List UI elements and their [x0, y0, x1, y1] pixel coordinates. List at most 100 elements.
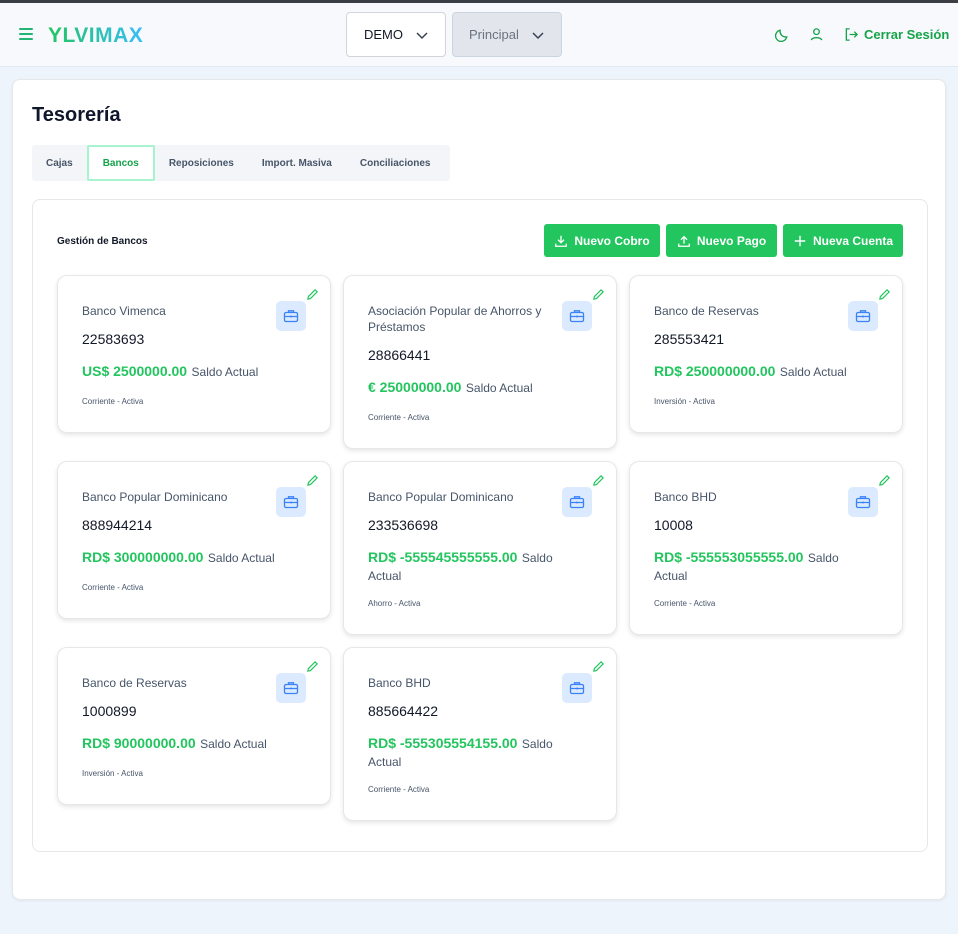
- chevron-down-icon: [532, 32, 544, 40]
- briefcase-icon: [848, 301, 878, 331]
- account-status: Corriente - Activa: [654, 599, 716, 608]
- account-status: Corriente - Activa: [368, 413, 430, 422]
- logout-icon: [845, 28, 859, 41]
- account-status: Corriente - Activa: [368, 785, 430, 794]
- bank-name: Banco BHD: [654, 490, 717, 504]
- pencil-icon[interactable]: [878, 474, 891, 487]
- balance-amount: RD$ -555305554155.00: [368, 735, 518, 751]
- tab-reposiciones[interactable]: Reposiciones: [155, 145, 248, 181]
- bank-name: Asociación Popular de Ahorros y Préstamo…: [368, 304, 542, 334]
- balance-label: Saldo Actual: [191, 365, 259, 379]
- bank-card[interactable]: Banco de Reservas 1000899 RD$ 90000000.0…: [57, 647, 331, 805]
- balance-amount: RD$ -555545555555.00: [368, 549, 518, 565]
- tab-bancos[interactable]: Bancos: [86, 145, 155, 181]
- company-select[interactable]: DEMO: [346, 12, 446, 57]
- bank-card[interactable]: Banco Vimenca 22583693 US$ 2500000.00 Sa…: [57, 275, 331, 433]
- account-number: 22583693: [82, 331, 145, 347]
- balance-label: Saldo Actual: [779, 365, 847, 379]
- balance-line: RD$ 250000000.00 Saldo Actual: [654, 362, 868, 381]
- pencil-icon[interactable]: [306, 288, 319, 301]
- briefcase-icon: [562, 487, 592, 517]
- branch-select[interactable]: Principal: [452, 12, 562, 57]
- briefcase-icon: [562, 301, 592, 331]
- account-number: 233536698: [368, 517, 439, 533]
- pencil-icon[interactable]: [878, 288, 891, 301]
- account-status: Ahorro - Activa: [368, 599, 421, 608]
- balance-amount: RD$ 90000000.00: [82, 735, 196, 751]
- account-number: 888944214: [82, 517, 153, 533]
- balance-label: Saldo Actual: [200, 737, 267, 751]
- hamburger-menu-icon[interactable]: [19, 28, 33, 40]
- account-number: 10008: [654, 517, 693, 533]
- pencil-icon[interactable]: [306, 660, 319, 673]
- account-status: Corriente - Activa: [82, 583, 144, 592]
- tab-bar: Cajas Bancos Reposiciones Import. Masiva…: [32, 145, 450, 181]
- nuevo-pago-label: Nuevo Pago: [696, 233, 767, 248]
- tab-cajas[interactable]: Cajas: [32, 145, 87, 181]
- nuevo-pago-button[interactable]: Nuevo Pago: [666, 224, 777, 257]
- tab-conciliaciones[interactable]: Conciliaciones: [346, 145, 445, 181]
- balance-label: Saldo Actual: [207, 551, 275, 565]
- branch-select-value: Principal: [469, 27, 519, 42]
- chevron-down-icon: [416, 32, 428, 40]
- nueva-cuenta-label: Nueva Cuenta: [812, 233, 894, 248]
- upload-icon: [677, 235, 690, 247]
- app-header: YLVIMAX DEMO Principal Cerrar Sesión: [0, 3, 958, 67]
- nuevo-cobro-label: Nuevo Cobro: [574, 233, 650, 248]
- bank-name: Banco de Reservas: [82, 676, 187, 690]
- bank-card[interactable]: Banco BHD 885664422 RD$ -555305554155.00…: [343, 647, 617, 821]
- account-number: 885664422: [368, 703, 439, 719]
- balance-amount: RD$ 250000000.00: [654, 363, 776, 379]
- account-number: 1000899: [82, 703, 137, 719]
- bank-card[interactable]: Asociación Popular de Ahorros y Préstamo…: [343, 275, 617, 449]
- page-title: Tesorería: [32, 104, 121, 126]
- bank-card[interactable]: Banco BHD 10008 RD$ -555553055555.00 Sal…: [629, 461, 903, 635]
- balance-amount: € 25000000.00: [368, 379, 462, 395]
- company-select-value: DEMO: [364, 27, 403, 42]
- balance-amount: RD$ 300000000.00: [82, 549, 204, 565]
- nueva-cuenta-button[interactable]: Nueva Cuenta: [783, 224, 903, 257]
- bank-name: Banco de Reservas: [654, 304, 759, 318]
- balance-line: RD$ 300000000.00 Saldo Actual: [82, 548, 296, 567]
- bank-name: Banco Vimenca: [82, 304, 166, 318]
- nuevo-cobro-button[interactable]: Nuevo Cobro: [544, 224, 660, 257]
- main-panel: Tesorería Cajas Bancos Reposiciones Impo…: [12, 79, 946, 900]
- bank-name: Banco Popular Dominicano: [368, 490, 514, 504]
- balance-line: US$ 2500000.00 Saldo Actual: [82, 362, 296, 381]
- briefcase-icon: [276, 673, 306, 703]
- plus-icon: [794, 235, 806, 246]
- pencil-icon[interactable]: [306, 474, 319, 487]
- briefcase-icon: [848, 487, 878, 517]
- briefcase-icon: [276, 487, 306, 517]
- app-logo: YLVIMAX: [48, 24, 144, 47]
- pencil-icon[interactable]: [592, 660, 605, 673]
- bank-card[interactable]: Banco Popular Dominicano 888944214 RD$ 3…: [57, 461, 331, 619]
- bank-card[interactable]: Banco Popular Dominicano 233536698 RD$ -…: [343, 461, 617, 635]
- balance-amount: US$ 2500000.00: [82, 363, 188, 379]
- account-number: 28866441: [368, 347, 431, 363]
- section-title: Gestión de Bancos: [57, 236, 148, 247]
- balance-line: RD$ -555545555555.00 Saldo Actual: [368, 548, 582, 585]
- logout-label: Cerrar Sesión: [864, 27, 950, 42]
- tab-import-masiva[interactable]: Import. Masiva: [248, 145, 346, 181]
- balance-line: € 25000000.00 Saldo Actual: [368, 378, 582, 397]
- logout-button[interactable]: Cerrar Sesión: [844, 27, 949, 42]
- pencil-icon[interactable]: [592, 288, 605, 301]
- account-status: Inversión - Activa: [82, 769, 143, 778]
- pencil-icon[interactable]: [592, 474, 605, 487]
- moon-icon[interactable]: [775, 27, 790, 42]
- banks-section: Gestión de Bancos Nuevo Cobro Nuevo Pago…: [32, 199, 928, 852]
- user-icon[interactable]: [809, 27, 824, 42]
- briefcase-icon: [562, 673, 592, 703]
- bank-name: Banco BHD: [368, 676, 431, 690]
- balance-line: RD$ 90000000.00 Saldo Actual: [82, 734, 296, 753]
- account-number: 285553421: [654, 331, 725, 347]
- bank-name: Banco Popular Dominicano: [82, 490, 228, 504]
- briefcase-icon: [276, 301, 306, 331]
- bank-card[interactable]: Banco de Reservas 285553421 RD$ 25000000…: [629, 275, 903, 433]
- account-status: Corriente - Activa: [82, 397, 144, 406]
- balance-line: RD$ -555305554155.00 Saldo Actual: [368, 734, 582, 771]
- balance-line: RD$ -555553055555.00 Saldo Actual: [654, 548, 868, 585]
- account-status: Inversión - Activa: [654, 397, 715, 406]
- download-icon: [555, 235, 568, 247]
